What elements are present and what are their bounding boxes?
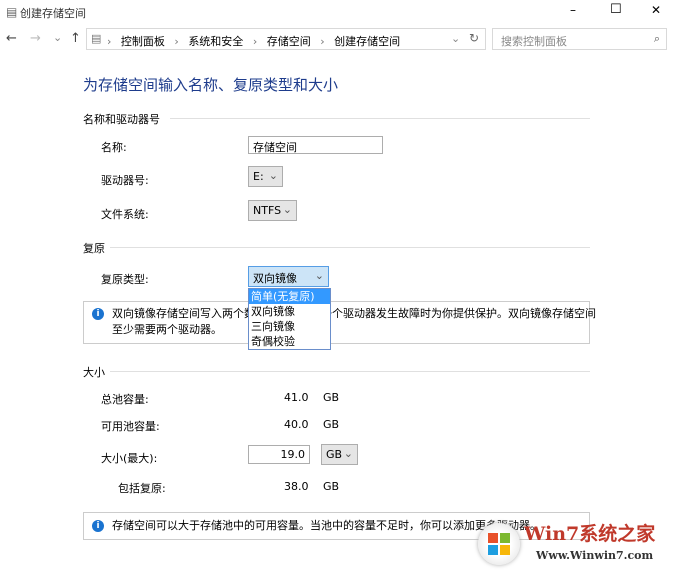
- available-capacity-unit: GB: [323, 418, 340, 431]
- search-icon: ⌕: [653, 32, 660, 45]
- refresh-button[interactable]: ↻: [469, 31, 479, 45]
- total-capacity-unit: GB: [323, 391, 340, 404]
- watermark-url: Www.Winwin7.com: [536, 549, 654, 562]
- max-size-label: 大小(最大):: [101, 452, 158, 465]
- app-icon: ▤: [6, 5, 18, 19]
- total-capacity-value: 41.0: [284, 391, 309, 404]
- including-resiliency-value: 38.0: [284, 480, 309, 493]
- resiliency-dropdown-list[interactable]: 简单(无复原) 双向镜像 三向镜像 奇偶校验: [248, 288, 331, 350]
- drive-select[interactable]: E: ⌄: [248, 166, 283, 187]
- chevron-down-icon: ⌄: [343, 447, 353, 460]
- divider: [170, 118, 590, 119]
- divider: [110, 371, 590, 372]
- available-capacity-label: 可用池容量:: [101, 420, 160, 433]
- breadcrumb-item[interactable]: 存储空间: [267, 35, 311, 48]
- storage-icon: ▤: [91, 32, 102, 45]
- breadcrumb: › 控制面板 › 系统和安全 › 存储空间 › 创建存储空间: [107, 33, 406, 49]
- option-two-way-mirror[interactable]: 双向镜像: [249, 304, 330, 319]
- fs-label: 文件系统:: [101, 208, 149, 221]
- including-resiliency-unit: GB: [323, 480, 340, 493]
- section-header-resiliency: 复原: [83, 242, 105, 255]
- watermark-brand: Win7系统之家: [524, 523, 656, 545]
- available-capacity-value: 40.0: [284, 418, 309, 431]
- section-header-size: 大小: [83, 366, 105, 379]
- size-info-text: 存储空间可以大于存储池中的可用容量。当池中的容量不足时，你可以添加更多驱动器。: [112, 519, 541, 532]
- recent-icon[interactable]: ⌄: [53, 31, 62, 44]
- size-input[interactable]: 19.0: [248, 445, 310, 464]
- separator: ›: [252, 35, 258, 48]
- breadcrumb-item[interactable]: 系统和安全: [188, 35, 243, 48]
- size-unit-value: GB: [326, 448, 343, 461]
- total-capacity-label: 总池容量:: [101, 393, 149, 406]
- up-icon[interactable]: ↑: [70, 31, 81, 46]
- divider: [110, 247, 590, 248]
- resiliency-info-line2: 至少需要两个驱动器。: [112, 323, 222, 336]
- breadcrumb-item[interactable]: 控制面板: [121, 35, 165, 48]
- chevron-down-icon: ⌄: [282, 203, 292, 216]
- breadcrumb-item[interactable]: 创建存储空间: [334, 35, 400, 48]
- chevron-down-icon: ⌄: [268, 169, 278, 182]
- search-input[interactable]: 搜索控制面板: [501, 33, 567, 49]
- minimize-button[interactable]: –: [570, 3, 576, 17]
- fs-select[interactable]: NTFS ⌄: [248, 200, 297, 221]
- info-icon: i: [92, 308, 104, 320]
- window-title: 创建存储空间: [20, 7, 86, 20]
- drive-label: 驱动器号:: [101, 174, 149, 187]
- search-box[interactable]: 搜索控制面板 ⌕: [492, 28, 667, 50]
- address-bar[interactable]: ▤ › 控制面板 › 系统和安全 › 存储空间 › 创建存储空间 ⌄ ↻: [86, 28, 486, 50]
- resiliency-value: 双向镜像: [253, 272, 297, 285]
- address-dropdown-icon[interactable]: ⌄: [451, 32, 460, 45]
- separator: ›: [107, 35, 112, 48]
- resiliency-select[interactable]: 双向镜像 ⌄: [248, 266, 329, 287]
- watermark: Win7系统之家 Www.Winwin7.com: [478, 515, 675, 571]
- forward-icon[interactable]: →: [30, 31, 41, 46]
- resiliency-info-box: i 双向镜像存储空间写入两个数据副本，可在一个驱动器发生故障时为你提供保护。双向…: [83, 301, 596, 344]
- including-resiliency-label: 包括复原:: [118, 482, 166, 495]
- separator: ›: [320, 35, 325, 48]
- drive-value: E:: [253, 170, 264, 183]
- maximize-button[interactable]: ☐: [610, 2, 622, 17]
- option-simple[interactable]: 简单(无复原): [249, 289, 330, 304]
- size-unit-select[interactable]: GB ⌄: [321, 444, 358, 465]
- back-icon[interactable]: ←: [6, 31, 17, 46]
- option-three-way-mirror[interactable]: 三向镜像: [249, 319, 330, 334]
- windows-logo: [478, 523, 520, 565]
- close-button[interactable]: ✕: [651, 3, 661, 17]
- chevron-down-icon: ⌄: [314, 269, 324, 282]
- resiliency-info-line1: 双向镜像存储空间写入两个数据副本，可在一个驱动器发生故障时为你提供保护。双向镜像…: [112, 307, 596, 320]
- section-header-name: 名称和驱动器号: [83, 113, 160, 126]
- fs-value: NTFS: [253, 204, 282, 217]
- separator: ›: [174, 35, 179, 48]
- name-label: 名称:: [101, 141, 127, 154]
- info-icon: i: [92, 520, 104, 532]
- page-title: 为存储空间输入名称、复原类型和大小: [83, 76, 339, 94]
- name-input[interactable]: 存储空间: [248, 136, 383, 154]
- resiliency-type-label: 复原类型:: [101, 273, 149, 286]
- option-parity[interactable]: 奇偶校验: [249, 334, 330, 349]
